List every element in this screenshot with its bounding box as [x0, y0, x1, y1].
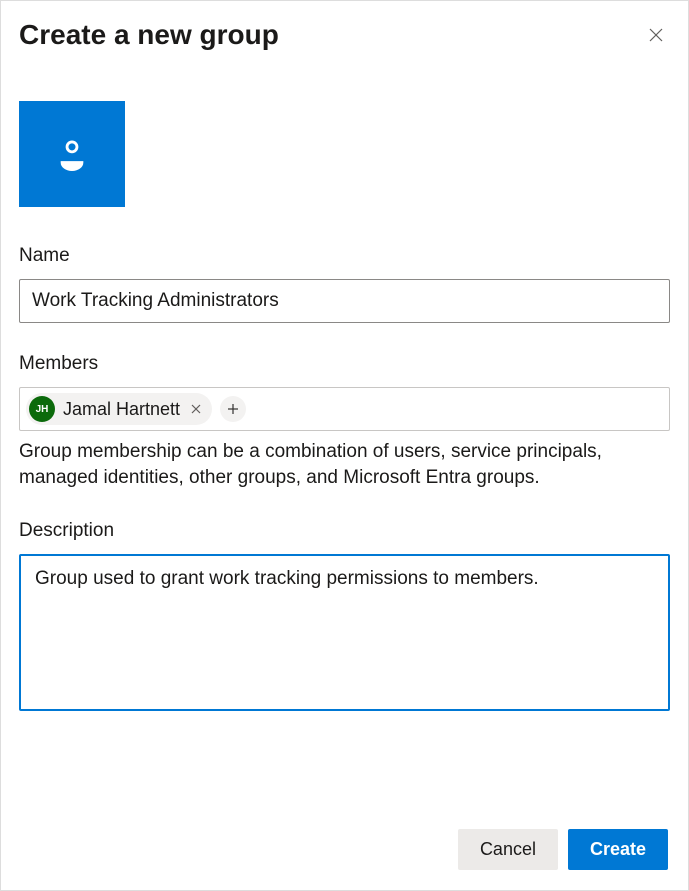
remove-member-button[interactable] [188, 401, 204, 417]
close-icon [190, 403, 202, 415]
plus-icon [227, 403, 239, 415]
name-label: Name [19, 245, 670, 267]
dialog-footer: Cancel Create [458, 829, 668, 870]
add-member-button[interactable] [220, 396, 246, 422]
description-label: Description [19, 520, 670, 542]
person-icon [55, 137, 89, 171]
create-button[interactable]: Create [568, 829, 668, 870]
members-helper-text: Group membership can be a combination of… [19, 439, 670, 490]
members-label: Members [19, 353, 670, 375]
member-avatar: JH [29, 396, 55, 422]
group-avatar[interactable] [19, 101, 125, 207]
description-input[interactable] [19, 554, 670, 711]
members-field-block: Members JH Jamal Hartnett Group membersh… [19, 353, 670, 490]
members-input[interactable]: JH Jamal Hartnett [19, 387, 670, 431]
member-name: Jamal Hartnett [63, 399, 180, 420]
name-field-block: Name [19, 245, 670, 323]
close-icon [648, 27, 664, 43]
dialog-header: Create a new group [19, 19, 670, 51]
member-chip: JH Jamal Hartnett [26, 393, 212, 425]
dialog-title: Create a new group [19, 19, 279, 51]
cancel-button[interactable]: Cancel [458, 829, 558, 870]
description-field-block: Description [19, 520, 670, 716]
name-input[interactable] [19, 279, 670, 323]
close-button[interactable] [642, 21, 670, 49]
